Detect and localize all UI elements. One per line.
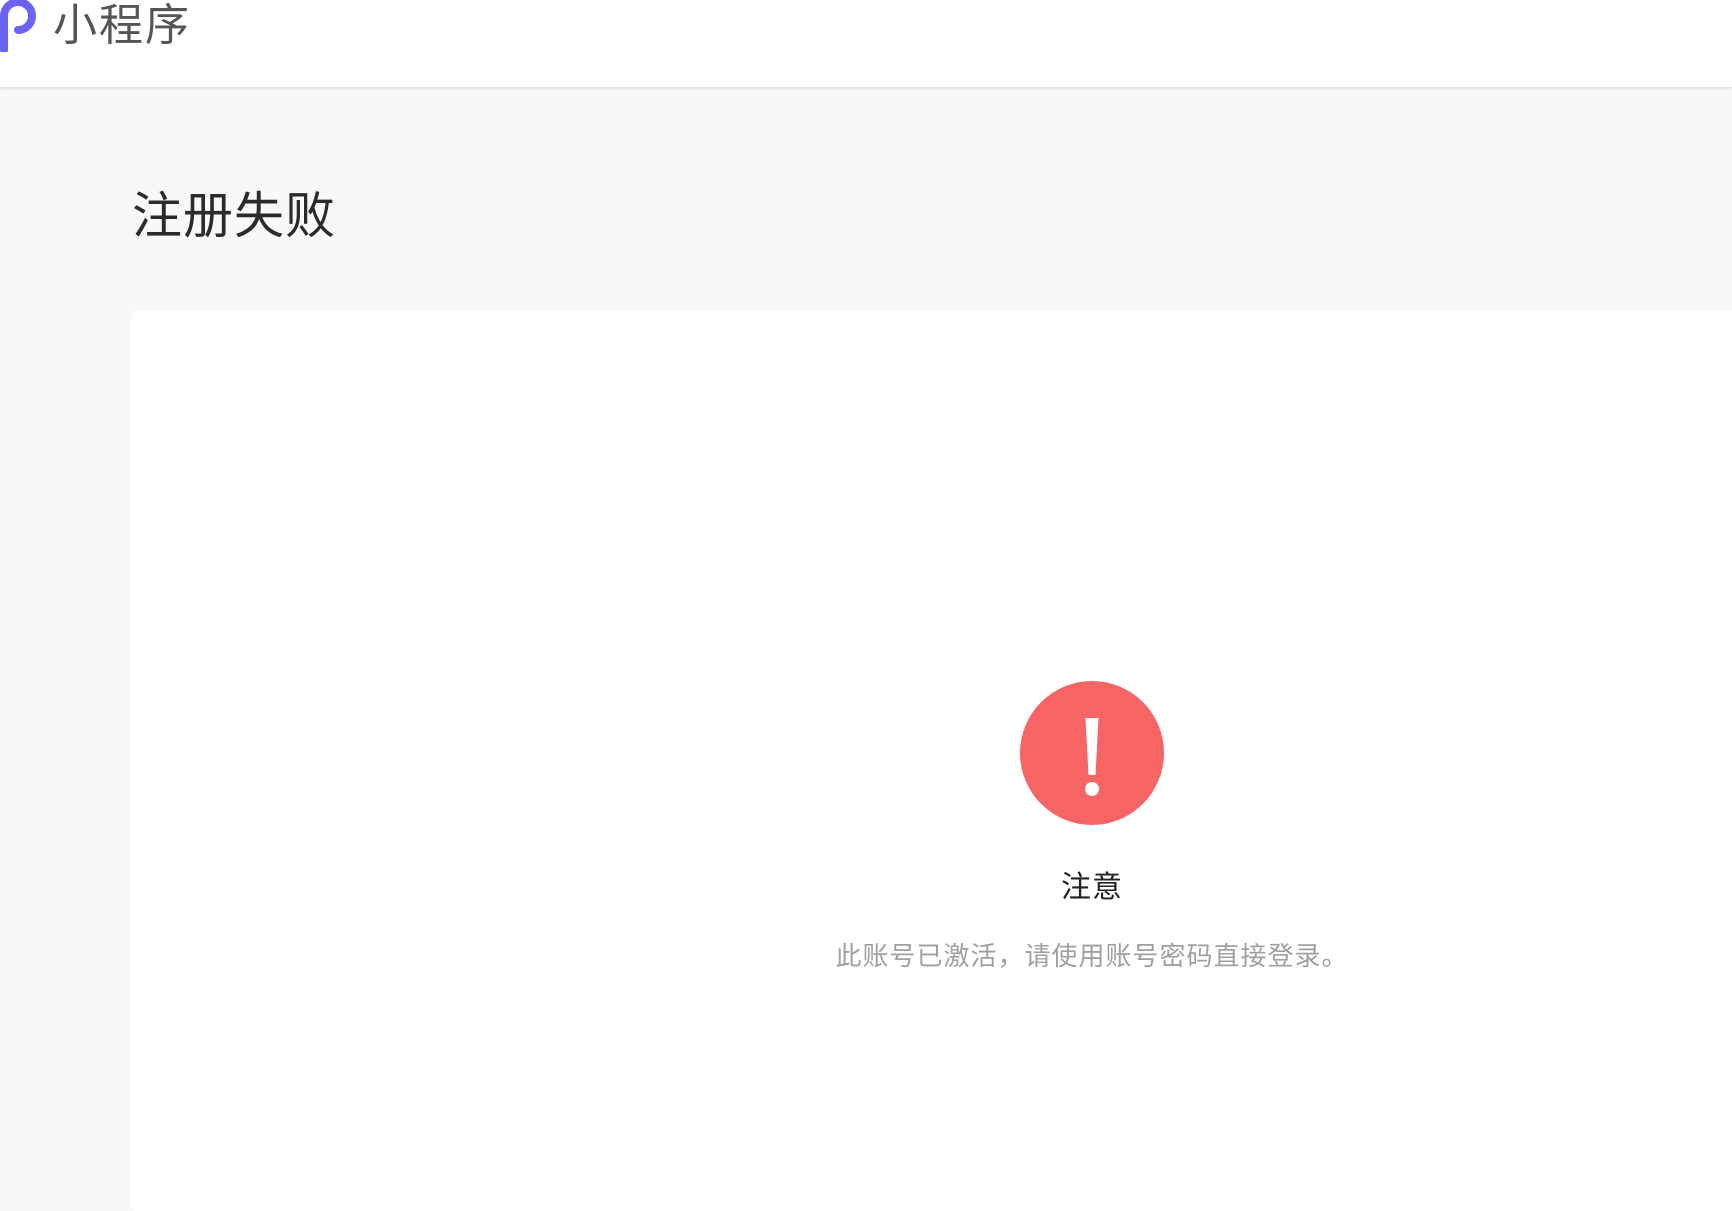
result-title: 注意	[1061, 870, 1123, 905]
app-name[interactable]: 小程序	[53, 0, 191, 52]
exclamation-circle-icon	[1020, 681, 1164, 825]
result-description: 此账号已激活，请使用账号密码直接登录。	[835, 942, 1349, 972]
result-panel: 注意 此账号已激活，请使用账号密码直接登录。	[0, 0, 1440, 1190]
top-header: 小程序	[0, 0, 1732, 88]
logo-p-icon[interactable]	[0, 0, 38, 52]
